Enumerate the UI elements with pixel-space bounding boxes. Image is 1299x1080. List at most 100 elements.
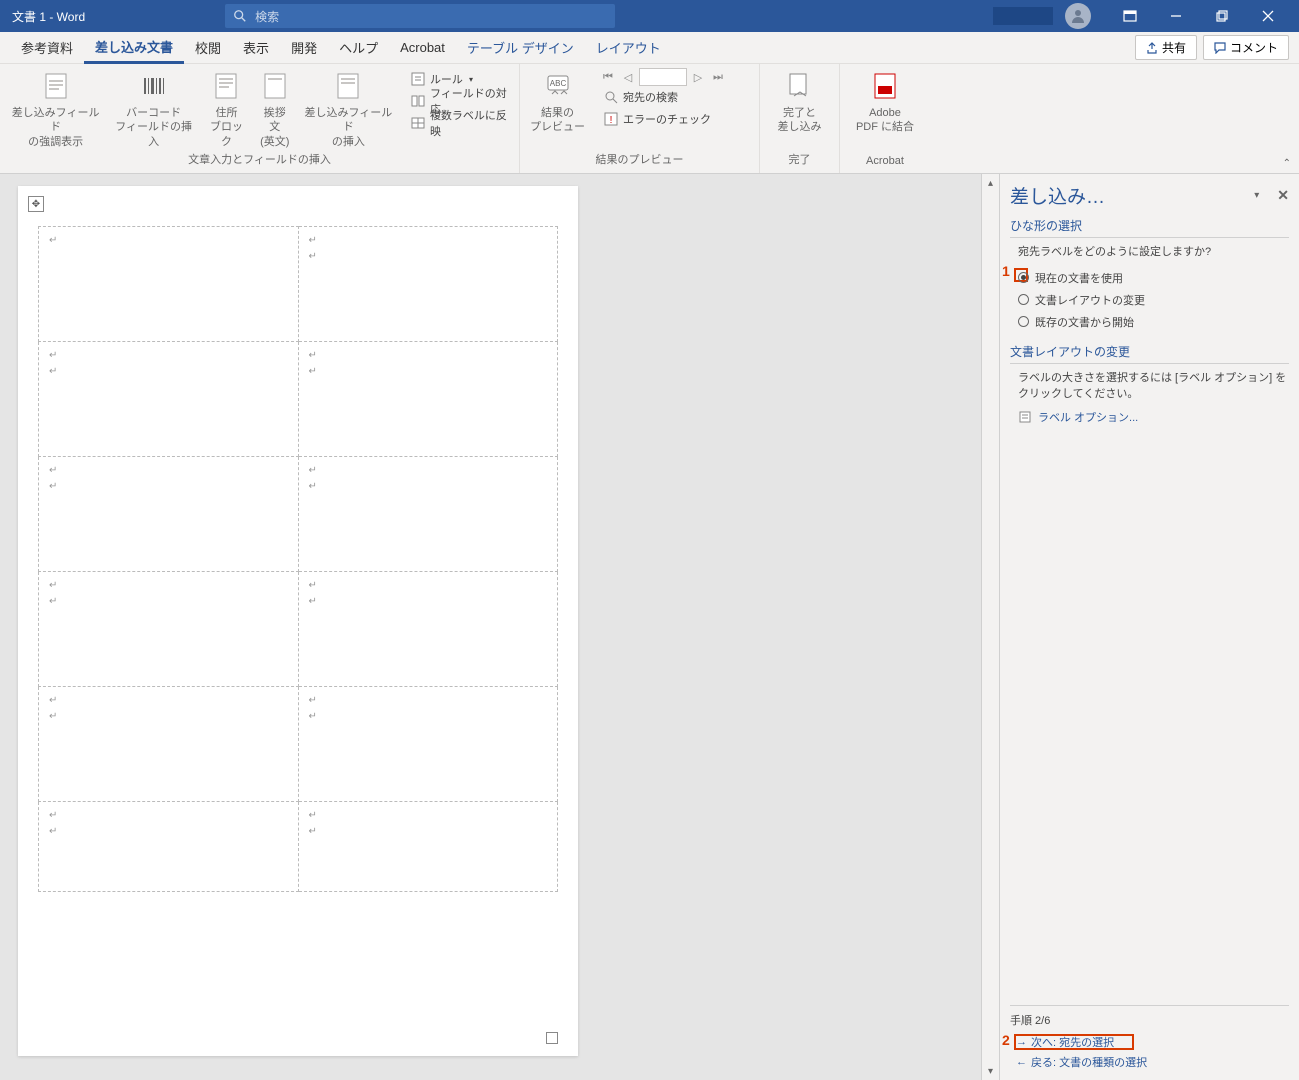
preview-results-button[interactable]: ABC 結果の プレビュー (526, 68, 589, 151)
last-record-button[interactable]: ⏭ (709, 68, 727, 86)
radio-use-current-doc[interactable]: 現在の文書を使用 (1018, 270, 1289, 286)
svg-text:!: ! (610, 115, 613, 126)
radio-start-from-existing[interactable]: 既存の文書から開始 (1018, 314, 1289, 330)
ribbon-group-label-acrobat: Acrobat (846, 155, 924, 169)
section-layout-change: 文書レイアウトの変更 (1010, 343, 1289, 364)
radio-dot-icon (1018, 316, 1029, 327)
share-label: 共有 (1162, 39, 1186, 56)
barcode-field-button[interactable]: バーコード フィールドの挿入 (109, 68, 198, 151)
radio-change-layout[interactable]: 文書レイアウトの変更 (1018, 292, 1289, 308)
prev-record-button[interactable]: ◁ (619, 68, 637, 86)
label-cell[interactable]: ↵↵ (39, 802, 299, 892)
radio-dot-icon (1018, 294, 1029, 305)
adobe-pdf-merge-button[interactable]: Adobe PDF に結合 (852, 68, 918, 155)
tab-help[interactable]: ヘルプ (328, 32, 389, 64)
find-recipient-button[interactable]: 宛先の検索 (599, 86, 727, 108)
record-number-input[interactable] (639, 68, 687, 86)
label-options-link[interactable]: ラベル オプション... (1018, 409, 1289, 425)
finish-icon (784, 70, 816, 102)
document-area[interactable]: ✥ ↵↵↵ ↵↵↵↵ ↵↵↵↵ ↵↵↵↵ ↵↵↵↵ ↵↵↵↵ (0, 174, 981, 1080)
label-cell[interactable]: ↵↵ (39, 572, 299, 687)
ribbon-group-label-write: 文章入力とフィールドの挿入 (6, 151, 513, 169)
tab-mailings[interactable]: 差し込み文書 (84, 32, 184, 64)
label-cell[interactable]: ↵↵ (39, 457, 299, 572)
dropdown-caret-icon: ▾ (469, 75, 473, 84)
person-icon (1070, 8, 1086, 24)
check-errors-button[interactable]: ! エラーのチェック (599, 108, 727, 130)
minimize-icon (1170, 10, 1182, 22)
update-labels-button[interactable]: 複数ラベルに反映 (406, 112, 513, 134)
label-cell[interactable]: ↵↵ (298, 457, 558, 572)
maximize-icon (1216, 10, 1228, 22)
taskpane-close-button[interactable]: ✕ (1277, 187, 1289, 204)
title-bar: 文書 1 - Word 検索 (0, 0, 1299, 32)
scroll-track[interactable] (982, 192, 999, 1062)
collapse-ribbon-button[interactable]: ⌃ (1283, 158, 1291, 169)
scroll-up-button[interactable]: ▴ (982, 174, 999, 192)
svg-text:ABC: ABC (549, 79, 566, 88)
error-check-icon: ! (603, 111, 619, 127)
taskpane-menu-button[interactable]: ▾ (1254, 190, 1259, 201)
arrow-right-icon: → (1016, 1036, 1027, 1048)
tab-acrobat[interactable]: Acrobat (389, 32, 456, 64)
minimize-button[interactable] (1153, 0, 1199, 32)
label-cell[interactable]: ↵↵ (298, 687, 558, 802)
maximize-button[interactable] (1199, 0, 1245, 32)
tab-table-design[interactable]: テーブル デザイン (456, 32, 585, 64)
ribbon-display-button[interactable] (1107, 0, 1153, 32)
label-cell[interactable]: ↵ (39, 227, 299, 342)
first-record-button[interactable]: ⏮ (599, 68, 617, 86)
insert-field-icon (332, 70, 364, 102)
address-block-icon (210, 70, 242, 102)
next-record-button[interactable]: ▷ (689, 68, 707, 86)
greeting-line-button[interactable]: 挨拶文 (英文) (255, 68, 295, 151)
ribbon-group-label-finish: 完了 (766, 151, 833, 169)
page: ✥ ↵↵↵ ↵↵↵↵ ↵↵↵↵ ↵↵↵↵ ↵↵↵↵ ↵↵↵↵ (18, 186, 578, 1056)
record-navigation: ⏮ ◁ ▷ ⏭ (599, 68, 727, 86)
label-cell[interactable]: ↵↵ (298, 342, 558, 457)
comment-button[interactable]: コメント (1203, 35, 1289, 60)
share-icon (1146, 42, 1158, 54)
label-cell[interactable]: ↵↵ (298, 572, 558, 687)
tab-references[interactable]: 参考資料 (10, 32, 84, 64)
workspace: ✥ ↵↵↵ ↵↵↵↵ ↵↵↵↵ ↵↵↵↵ ↵↵↵↵ ↵↵↵↵ ▴ ▾ 差し込み…… (0, 174, 1299, 1080)
finish-merge-button[interactable]: 完了と 差し込み (774, 68, 826, 151)
tab-review[interactable]: 校閲 (184, 32, 232, 64)
wizard-next-link[interactable]: → 次へ: 宛先の選択 (1016, 1034, 1289, 1050)
share-button[interactable]: 共有 (1135, 35, 1197, 60)
address-block-button[interactable]: 住所 ブロック (202, 68, 251, 151)
pdf-icon (869, 70, 901, 102)
preview-icon: ABC (542, 70, 574, 102)
label-cell[interactable]: ↵↵ (298, 227, 558, 342)
user-avatar[interactable] (1065, 3, 1091, 29)
rules-icon (410, 71, 426, 87)
account-box[interactable] (993, 7, 1053, 25)
table-resize-handle[interactable] (546, 1032, 558, 1044)
tab-layout[interactable]: レイアウト (585, 32, 672, 64)
scroll-down-button[interactable]: ▾ (982, 1062, 999, 1080)
document-highlight-icon (40, 70, 72, 102)
ribbon: 差し込みフィールド の強調表示 バーコード フィールドの挿入 住所 ブロック 挨… (0, 64, 1299, 174)
insert-merge-field-button[interactable]: 差し込みフィールド の挿入 (299, 68, 398, 151)
arrow-left-icon: ← (1016, 1056, 1027, 1068)
search-icon (233, 9, 247, 23)
tab-developer[interactable]: 開発 (280, 32, 328, 64)
find-recipient-icon (603, 89, 619, 105)
close-icon (1262, 10, 1274, 22)
tab-view[interactable]: 表示 (232, 32, 280, 64)
label-cell[interactable]: ↵↵ (298, 802, 558, 892)
vertical-scrollbar[interactable]: ▴ ▾ (981, 174, 999, 1080)
close-button[interactable] (1245, 0, 1291, 32)
search-placeholder: 検索 (255, 8, 279, 25)
mail-merge-task-pane: 差し込み… ▾ ✕ ひな形の選択 宛先ラベルをどのように設定しますか? 1 現在… (999, 174, 1299, 1080)
label-cell[interactable]: ↵↵ (39, 687, 299, 802)
label-cell[interactable]: ↵↵ (39, 342, 299, 457)
highlight-merge-fields-button[interactable]: 差し込みフィールド の強調表示 (6, 68, 105, 151)
document-title: 文書 1 - Word (12, 8, 85, 25)
table-move-handle[interactable]: ✥ (28, 196, 44, 212)
ribbon-display-icon (1123, 9, 1137, 23)
wizard-back-link[interactable]: ← 戻る: 文書の種類の選択 (1016, 1054, 1289, 1070)
taskpane-title: 差し込み… (1010, 182, 1254, 209)
ribbon-group-label-preview: 結果のプレビュー (526, 151, 753, 169)
search-box[interactable]: 検索 (225, 4, 615, 28)
